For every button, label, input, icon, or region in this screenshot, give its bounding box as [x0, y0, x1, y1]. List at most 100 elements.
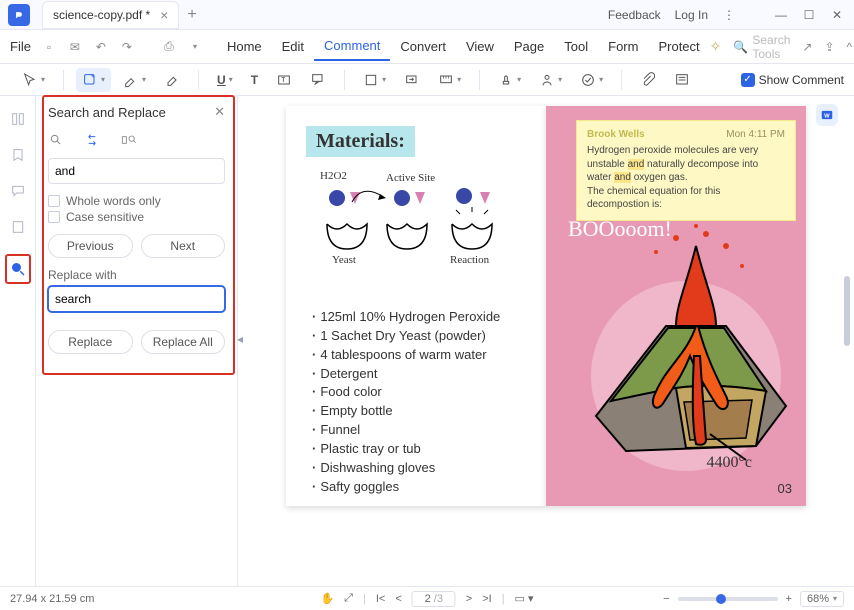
zoom-out-icon[interactable]: − — [663, 593, 669, 605]
zoom-in-icon[interactable]: + — [786, 593, 792, 605]
highlight-tool[interactable]: ▾ — [117, 68, 152, 92]
hand-tool-icon[interactable]: ✋ — [320, 592, 334, 605]
materials-list: ·125ml 10% Hydrogen Peroxide ·1 Sachet D… — [312, 308, 500, 496]
temperature-label: 4400°c — [707, 454, 753, 472]
word-convert-badge[interactable]: W — [816, 104, 838, 126]
mode-advanced-icon[interactable] — [120, 132, 138, 148]
magic-icon[interactable]: ✧ — [710, 38, 722, 55]
whole-words-checkbox[interactable]: Whole words only — [48, 194, 225, 208]
note-tool[interactable]: ▾ — [76, 68, 111, 92]
next-page-icon[interactable]: > — [466, 593, 472, 605]
replace-input[interactable] — [48, 286, 225, 312]
replace-button[interactable]: Replace — [48, 330, 133, 354]
measure-tool[interactable]: ▾ — [432, 68, 467, 92]
stamp-tool[interactable]: ▾ — [492, 68, 527, 92]
reaction-label: Reaction — [450, 254, 489, 266]
bookmarks-icon[interactable] — [9, 146, 27, 164]
more-icon[interactable]: ⋮ — [722, 8, 736, 22]
last-page-icon[interactable]: >I — [482, 593, 491, 605]
zoom-level[interactable]: 68%▾ — [800, 591, 844, 607]
shape-tool[interactable]: ▾ — [357, 68, 392, 92]
menu-view[interactable]: View — [456, 33, 504, 60]
search-tools-icon: 🔍 — [733, 40, 748, 54]
first-page-icon[interactable]: I< — [376, 593, 385, 605]
underline-tool[interactable]: U▾ — [211, 69, 239, 91]
mode-replace-icon[interactable] — [84, 132, 100, 148]
menu-home[interactable]: Home — [217, 33, 272, 60]
fit-page-icon[interactable]: ⤢ — [344, 592, 353, 605]
replace-with-label: Replace with — [48, 268, 225, 282]
panel-close-icon[interactable]: ✕ — [214, 104, 225, 120]
document-tab[interactable]: science-copy.pdf * × — [42, 1, 179, 29]
text-tool[interactable]: T — [245, 69, 264, 91]
mode-find-icon[interactable] — [48, 132, 64, 148]
attachments-panel-icon[interactable] — [9, 218, 27, 236]
redo-icon[interactable]: ↷ — [119, 40, 135, 54]
page-dimensions: 27.94 x 21.59 cm — [10, 593, 94, 605]
thumbnails-icon[interactable] — [9, 110, 27, 128]
share-icon[interactable]: ↗ — [802, 40, 812, 54]
yeast-label: Yeast — [332, 254, 356, 266]
panel-title: Search and Replace — [48, 105, 166, 120]
materials-heading: Materials: — [306, 126, 415, 157]
statusbar: 27.94 x 21.59 cm ✋ ⤢ | I< < 2 /3 > >I | … — [0, 586, 854, 610]
menu-page[interactable]: Page — [504, 33, 554, 60]
svg-text:T: T — [281, 78, 285, 84]
undo-icon[interactable]: ↶ — [93, 40, 109, 54]
show-comment-toggle[interactable]: ✓ Show Comment — [741, 73, 844, 87]
arrow-tool[interactable] — [398, 68, 426, 92]
new-tab-button[interactable]: + — [187, 6, 196, 24]
replace-all-button[interactable]: Replace All — [141, 330, 226, 354]
collapse-panel-icon[interactable]: ◂ — [237, 332, 243, 346]
print-icon[interactable]: ⎙ — [161, 39, 177, 54]
search-tools-input[interactable]: Search Tools — [752, 33, 790, 61]
next-button[interactable]: Next — [141, 234, 226, 258]
collapse-ribbon-icon[interactable]: ^ — [847, 40, 853, 54]
page-number: 03 — [778, 481, 792, 496]
page-number-input[interactable]: 2 /3 — [412, 591, 456, 607]
textbox-tool[interactable]: T — [270, 68, 298, 92]
close-window-icon[interactable]: ✕ — [830, 8, 844, 22]
case-sensitive-checkbox[interactable]: Case sensitive — [48, 210, 225, 224]
comments-list-tool[interactable] — [668, 68, 696, 92]
volcano-illustration: BOOooom! — [556, 216, 796, 476]
eraser-tool[interactable] — [158, 68, 186, 92]
callout-tool[interactable] — [304, 68, 332, 92]
scrollbar-thumb[interactable] — [844, 276, 850, 346]
minimize-icon[interactable]: — — [774, 8, 788, 22]
menu-protect[interactable]: Protect — [648, 33, 709, 60]
document-viewport[interactable]: W Materials: — [238, 96, 854, 586]
menu-form[interactable]: Form — [598, 33, 648, 60]
document-tab-title: science-copy.pdf * — [53, 8, 150, 22]
signature-tool[interactable]: ▾ — [533, 68, 568, 92]
menu-tool[interactable]: Tool — [554, 33, 598, 60]
close-tab-icon[interactable]: × — [160, 7, 168, 23]
comments-icon[interactable] — [9, 182, 27, 200]
save-icon[interactable]: ▫ — [41, 40, 57, 54]
menu-edit[interactable]: Edit — [272, 33, 314, 60]
feedback-link[interactable]: Feedback — [608, 8, 661, 22]
print-caret-icon[interactable]: ▾ — [187, 42, 203, 51]
comment-toolbar: ▾ ▾ ▾ U▾ T T ▾ ▾ ▾ ▾ ▾ ✓ Show Comment — [0, 64, 854, 96]
previous-button[interactable]: Previous — [48, 234, 133, 258]
attachment-tool[interactable] — [634, 68, 662, 92]
login-link[interactable]: Log In — [675, 8, 708, 22]
sticky-time: Mon 4:11 PM — [726, 129, 785, 140]
search-panel-icon[interactable] — [9, 260, 27, 278]
select-tool[interactable]: ▾ — [16, 68, 51, 92]
search-input[interactable] — [48, 158, 225, 184]
zoom-slider[interactable] — [678, 597, 778, 601]
mail-icon[interactable]: ✉ — [67, 40, 83, 54]
menu-comment[interactable]: Comment — [314, 32, 390, 61]
active-site-label: Active Site — [386, 172, 435, 184]
app-logo-icon — [8, 4, 30, 26]
approve-tool[interactable]: ▾ — [574, 68, 609, 92]
menu-convert[interactable]: Convert — [390, 33, 456, 60]
maximize-icon[interactable]: ☐ — [802, 8, 816, 22]
sticky-author: Brook Wells — [587, 129, 645, 140]
menu-file[interactable]: File — [10, 39, 31, 54]
cloud-icon[interactable]: ⇪ — [824, 40, 834, 54]
page-layout-icon[interactable]: ▭ ▾ — [515, 592, 534, 605]
sticky-note[interactable]: Brook Wells Mon 4:11 PM Hydrogen peroxid… — [576, 120, 796, 221]
prev-page-icon[interactable]: < — [395, 593, 401, 605]
